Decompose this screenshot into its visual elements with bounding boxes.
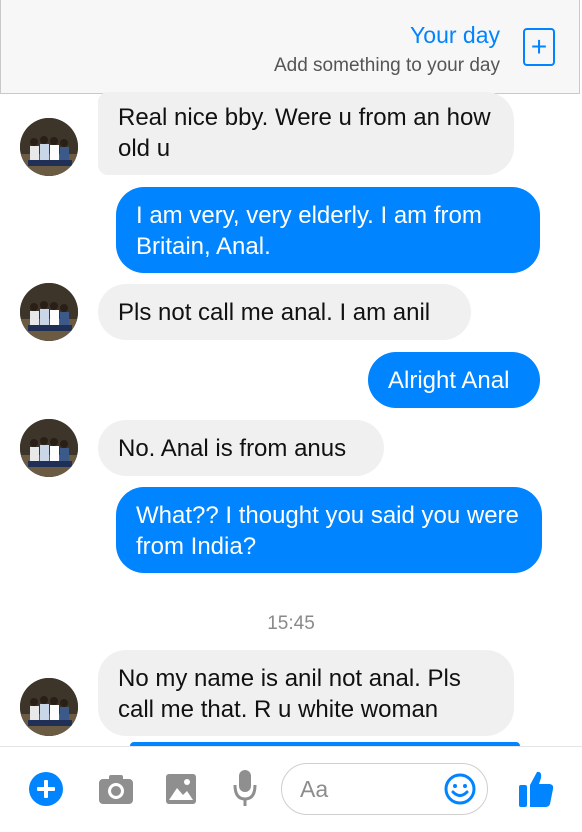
message-outgoing[interactable]: Alright Anal: [368, 352, 540, 408]
plus-square-icon[interactable]: +: [523, 28, 555, 66]
message-outgoing[interactable]: What?? I thought you said you were from …: [116, 487, 542, 573]
emoji-icon[interactable]: [444, 773, 476, 810]
avatar[interactable]: [20, 283, 78, 341]
avatar[interactable]: [20, 118, 78, 176]
your-day-title[interactable]: Your day: [410, 22, 500, 49]
timestamp: 15:45: [267, 613, 315, 634]
avatar[interactable]: [20, 678, 78, 736]
camera-icon[interactable]: [98, 773, 134, 810]
composer-bar: [0, 746, 582, 832]
your-day-bar[interactable]: Your day Add something to your day +: [0, 0, 580, 94]
message-incoming[interactable]: No my name is anil not anal. Pls call me…: [98, 650, 514, 736]
your-day-subtitle: Add something to your day: [273, 55, 500, 76]
message-outgoing[interactable]: I am very, very elderly. I am from Brita…: [116, 187, 540, 273]
message-incoming[interactable]: Pls not call me anal. I am anil: [98, 284, 471, 340]
plus-icon[interactable]: [28, 771, 64, 812]
image-icon[interactable]: [165, 773, 197, 810]
message-incoming[interactable]: No. Anal is from anus: [98, 420, 384, 476]
microphone-icon[interactable]: [232, 769, 258, 814]
avatar[interactable]: [20, 419, 78, 477]
message-incoming[interactable]: Real nice bby. Were u from an how old u: [98, 92, 514, 175]
thumbs-up-icon[interactable]: [518, 769, 554, 814]
